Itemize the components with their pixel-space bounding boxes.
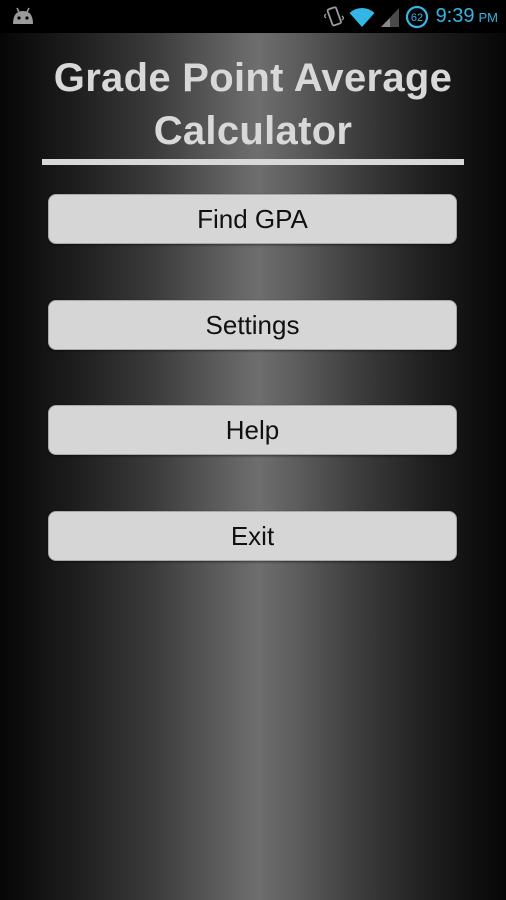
title-line-2: Calculator bbox=[153, 109, 353, 153]
battery-icon: 62 bbox=[405, 5, 429, 29]
help-button[interactable]: Help bbox=[48, 405, 457, 455]
title-line-1: Grade Point Average bbox=[53, 56, 453, 100]
exit-button[interactable]: Exit bbox=[48, 511, 457, 561]
page-title: Grade Point Average Calculator bbox=[0, 52, 506, 158]
title-divider bbox=[42, 159, 464, 165]
settings-button[interactable]: Settings bbox=[48, 300, 457, 350]
find-gpa-button[interactable]: Find GPA bbox=[48, 194, 457, 244]
status-icons: 62 9:39 PM bbox=[323, 0, 498, 33]
status-bar: 62 9:39 PM bbox=[0, 0, 506, 33]
vibrate-icon bbox=[323, 5, 344, 29]
battery-level: 62 bbox=[410, 12, 422, 24]
clock-time: 9:39 bbox=[435, 5, 475, 27]
clock: 9:39 PM bbox=[436, 5, 498, 28]
wifi-icon bbox=[349, 6, 375, 28]
app-screen: 62 9:39 PM Grade Point Average Calculato… bbox=[0, 0, 506, 900]
clock-ampm: PM bbox=[478, 10, 499, 25]
android-robot-icon bbox=[10, 6, 36, 26]
signal-icon bbox=[380, 6, 400, 28]
